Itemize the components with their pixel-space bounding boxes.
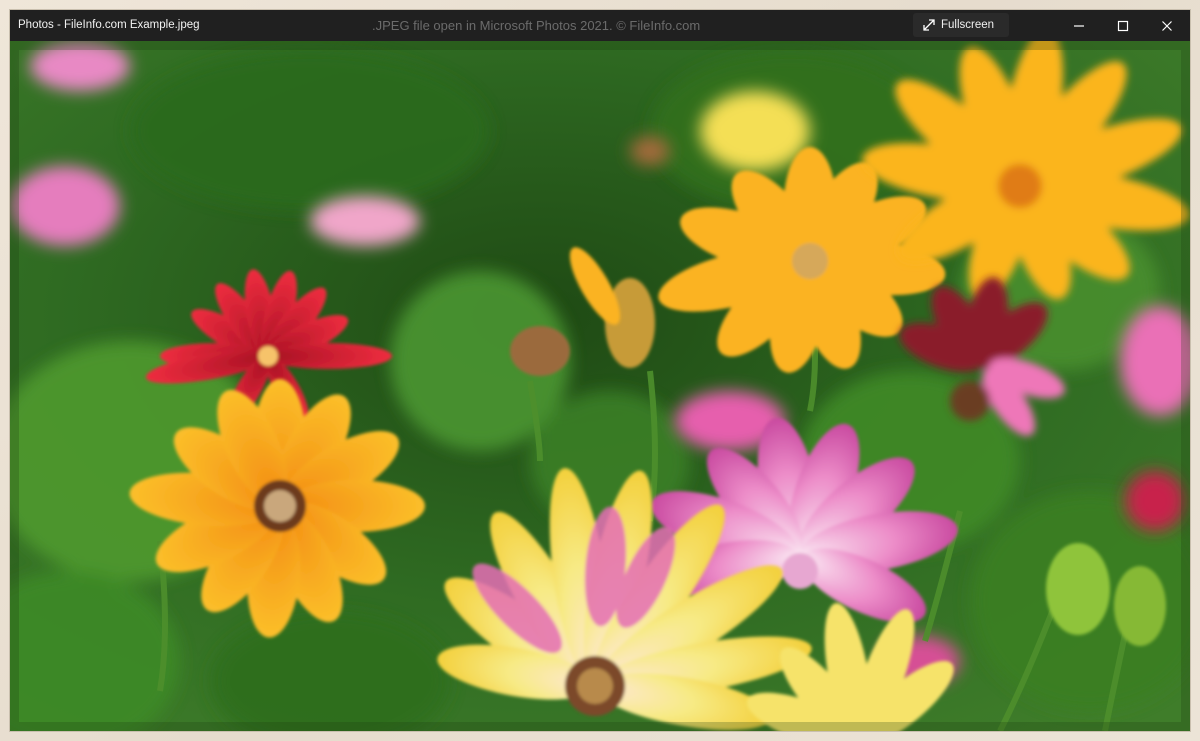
- minimize-button[interactable]: [1057, 10, 1101, 41]
- minimize-icon: [1073, 20, 1085, 32]
- watermark-text: .JPEG file open in Microsoft Photos 2021…: [372, 18, 701, 33]
- fullscreen-button[interactable]: Fullscreen: [913, 13, 1009, 37]
- fullscreen-label: Fullscreen: [941, 19, 995, 31]
- flower-photo[interactable]: [10, 41, 1190, 731]
- maximize-button[interactable]: [1101, 10, 1145, 41]
- title-bar[interactable]: Photos - FileInfo.com Example.jpeg .JPEG…: [10, 10, 1190, 41]
- close-icon: [1161, 20, 1173, 32]
- picture-frame: Photos - FileInfo.com Example.jpeg .JPEG…: [0, 0, 1200, 741]
- photos-window: Photos - FileInfo.com Example.jpeg .JPEG…: [10, 10, 1190, 731]
- close-button[interactable]: [1145, 10, 1189, 41]
- expand-arrows-icon: [923, 19, 935, 31]
- flowers-photo-image: [10, 41, 1190, 731]
- maximize-icon: [1117, 20, 1129, 32]
- window-title: Photos - FileInfo.com Example.jpeg: [18, 19, 200, 31]
